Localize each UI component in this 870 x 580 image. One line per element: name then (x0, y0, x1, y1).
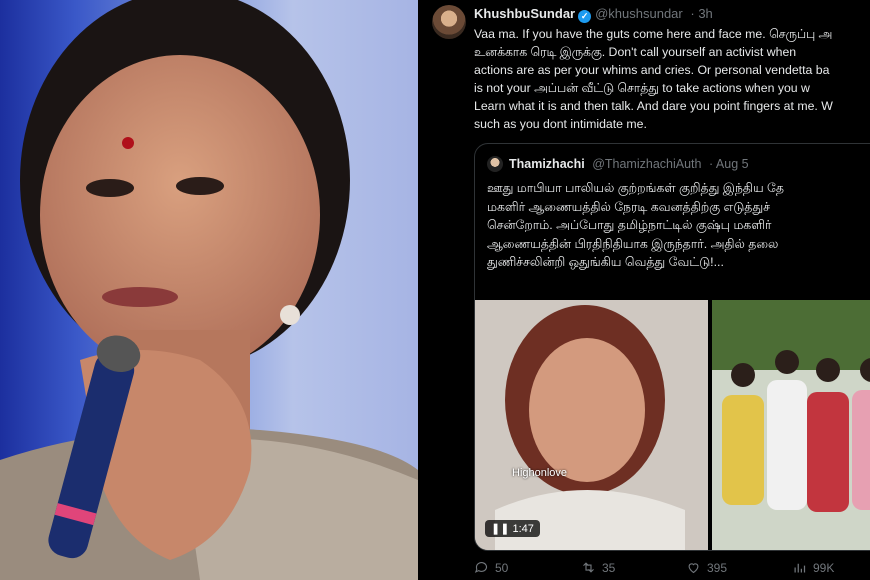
speaker-illustration (0, 0, 418, 580)
quote-author-avatar[interactable] (487, 156, 503, 172)
quote-text: ஊது மாபியா பாலியல் குற்றங்கள் குறித்து இ… (487, 181, 784, 269)
pause-icon: ❚❚ (491, 523, 510, 535)
video-watermark: Highonlove (512, 467, 568, 479)
author-name[interactable]: KhushbuSundar (474, 6, 575, 21)
views-button[interactable]: 99K (792, 560, 834, 575)
tweet-time[interactable]: · 3h (690, 6, 712, 21)
video-frame-illustration (475, 300, 708, 550)
author-handle[interactable]: @khushsundar (595, 6, 683, 21)
reply-button[interactable]: 50 (474, 560, 508, 575)
quoted-tweet[interactable]: Thamizhachi @ThamizhachiAuth · Aug 5 ஊது… (474, 143, 870, 551)
speaker-photo (0, 0, 418, 580)
group-photo-illustration (712, 300, 870, 550)
retweet-button[interactable]: 35 (581, 560, 615, 575)
video-duration-badge: ❚❚ 1:47 (485, 520, 540, 537)
video-duration: 1:47 (512, 523, 534, 535)
tweet-actions: 50 35 395 99K (474, 560, 870, 578)
quote-author-handle[interactable]: @ThamizhachiAuth (592, 157, 701, 171)
tweet-text: Vaa ma. If you have the guts come here a… (474, 27, 833, 131)
like-button[interactable]: 395 (686, 560, 727, 575)
view-count: 99K (813, 560, 835, 575)
quote-time[interactable]: · Aug 5 (709, 157, 749, 171)
reply-count: 50 (495, 560, 509, 575)
author-header[interactable]: KhushbuSundar ✓ @khushsundar · 3h (474, 6, 713, 23)
heart-icon (688, 563, 699, 574)
author-avatar[interactable] (432, 5, 466, 39)
quote-author-name[interactable]: Thamizhachi (509, 157, 585, 171)
quote-author-header[interactable]: Thamizhachi @ThamizhachiAuth · Aug 5 (509, 157, 749, 171)
verified-badge-icon: ✓ (578, 10, 592, 23)
tweet-panel: KhushbuSundar ✓ @khushsundar · 3h Vaa ma. … (420, 0, 870, 580)
quote-video[interactable]: Highonlove ❚❚ 1:47 (475, 300, 708, 550)
views-chart-icon (794, 563, 806, 573)
like-count: 395 (707, 560, 728, 575)
retweet-icon (583, 562, 594, 573)
quote-photo[interactable] (712, 300, 870, 550)
retweet-count: 35 (602, 560, 616, 575)
reply-icon (474, 562, 488, 573)
